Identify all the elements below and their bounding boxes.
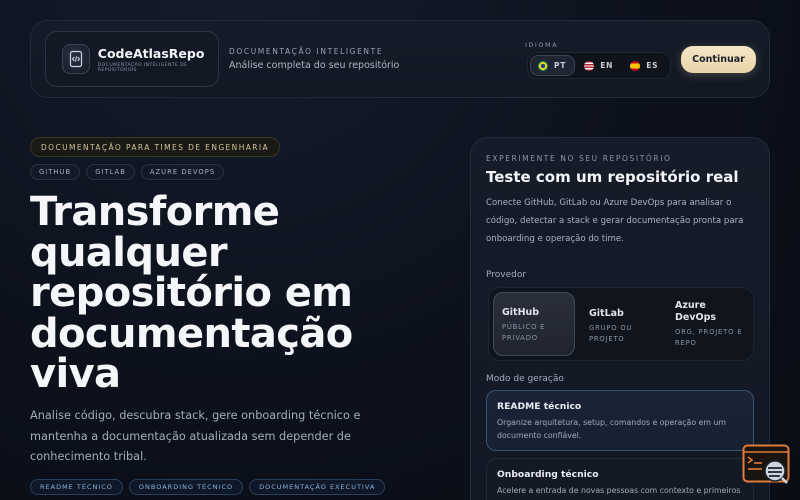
language-option-en[interactable]: EN	[577, 55, 621, 76]
provider-option-gitlab[interactable]: GitLab GRUPO OU PROJETO	[581, 292, 661, 356]
language-code: PT	[554, 61, 567, 70]
provider-description: PÚBLICO E PRIVADO	[502, 323, 546, 342]
provider-selector: GitHub PÚBLICO E PRIVADO GitLab GRUPO OU…	[488, 287, 754, 361]
language-label: IDIOMA	[525, 41, 559, 49]
top-header: CodeAtlasRepo DOCUMENTAÇÃO INTELIGENTE D…	[30, 20, 770, 98]
hero-title-line: qualquer	[30, 229, 228, 276]
mode-description: Organize arquitetura, setup, comandos e …	[497, 418, 726, 440]
provider-name: GitLab	[589, 308, 624, 319]
language-option-pt[interactable]: PT	[530, 55, 576, 76]
floating-assistant-button[interactable]	[741, 444, 790, 486]
hero-title-line: repositório em	[30, 270, 353, 316]
provider-label: Provedor	[486, 270, 527, 280]
tag-onboarding: ONBOARDING TÉCNICO	[128, 479, 244, 495]
mode-label: Modo de geração	[486, 374, 564, 384]
language-code: EN	[600, 61, 614, 70]
hero-title-line: Transforme	[30, 189, 280, 235]
header-subtitle: Análise completa do seu repositório	[229, 60, 400, 71]
try-repository-card: EXPERIMENTE NO SEU REPOSITÓRIO Teste com…	[470, 137, 770, 500]
code-file-logo-icon	[62, 44, 90, 74]
provider-description: ORG, PROJETO E REPO	[675, 328, 743, 347]
output-tags: README TÉCNICO ONBOARDING TÉCNICO DOCUME…	[30, 479, 391, 495]
hero-title-line: documentação	[30, 310, 353, 357]
provider-description: GRUPO OU PROJETO	[589, 324, 633, 343]
language-option-es[interactable]: ES	[623, 55, 666, 76]
mode-option-onboarding[interactable]: Onboarding técnico Acelere a entrada de …	[486, 458, 754, 500]
platform-chip-github: GITHUB	[30, 164, 81, 180]
hero-title-line: viva	[30, 351, 121, 397]
provider-option-azure[interactable]: Azure DevOps ORG, PROJETO E REPO	[667, 292, 751, 356]
platform-chip-gitlab: GITLAB	[86, 164, 135, 180]
language-code: ES	[646, 61, 659, 70]
header-kicker: DOCUMENTAÇÃO INTELIGENTE	[229, 47, 384, 56]
hero-kicker-badge: DOCUMENTAÇÃO PARA TIMES DE ENGENHARIA	[30, 137, 281, 157]
flag-spain-icon	[630, 60, 641, 71]
card-kicker: EXPERIMENTE NO SEU REPOSITÓRIO	[486, 154, 672, 163]
hero-description: Analise código, descubra stack, gere onb…	[30, 409, 361, 463]
flag-brazil-icon	[538, 60, 548, 71]
mode-description: Acelere a entrada de novas pessoas com c…	[497, 486, 741, 500]
platform-chip-azure: AZURE DEVOPS	[140, 164, 225, 180]
provider-name: Azure DevOps	[675, 300, 717, 323]
brand-tagline: DOCUMENTAÇÃO INTELIGENTE DE REPOSITÓRIOS	[97, 62, 188, 73]
provider-option-github[interactable]: GitHub PÚBLICO E PRIVADO	[493, 292, 575, 356]
brand-name: CodeAtlasRepo	[97, 45, 205, 61]
brand-block[interactable]: CodeAtlasRepo DOCUMENTAÇÃO INTELIGENTE D…	[45, 31, 219, 87]
continue-button[interactable]: Continuar	[681, 46, 756, 73]
tag-executive: DOCUMENTAÇÃO EXECUTIVA	[249, 479, 386, 495]
tag-readme: README TÉCNICO	[30, 479, 123, 495]
mode-title: README técnico	[497, 401, 582, 412]
card-description: Conecte GitHub, GitLab ou Azure DevOps p…	[486, 198, 744, 244]
document-search-icon	[742, 444, 789, 484]
hero-title: Transforme qualquer repositório em docum…	[30, 192, 430, 395]
provider-name: GitHub	[502, 307, 540, 318]
flag-usa-icon	[584, 60, 595, 71]
language-switcher: PT EN ES	[527, 52, 671, 79]
card-title: Teste com um repositório real	[486, 168, 739, 186]
mode-option-readme[interactable]: README técnico Organize arquitetura, set…	[486, 390, 754, 451]
mode-title: Onboarding técnico	[497, 469, 599, 480]
platform-chips: GITHUB GITLAB AZURE DEVOPS	[30, 164, 230, 180]
